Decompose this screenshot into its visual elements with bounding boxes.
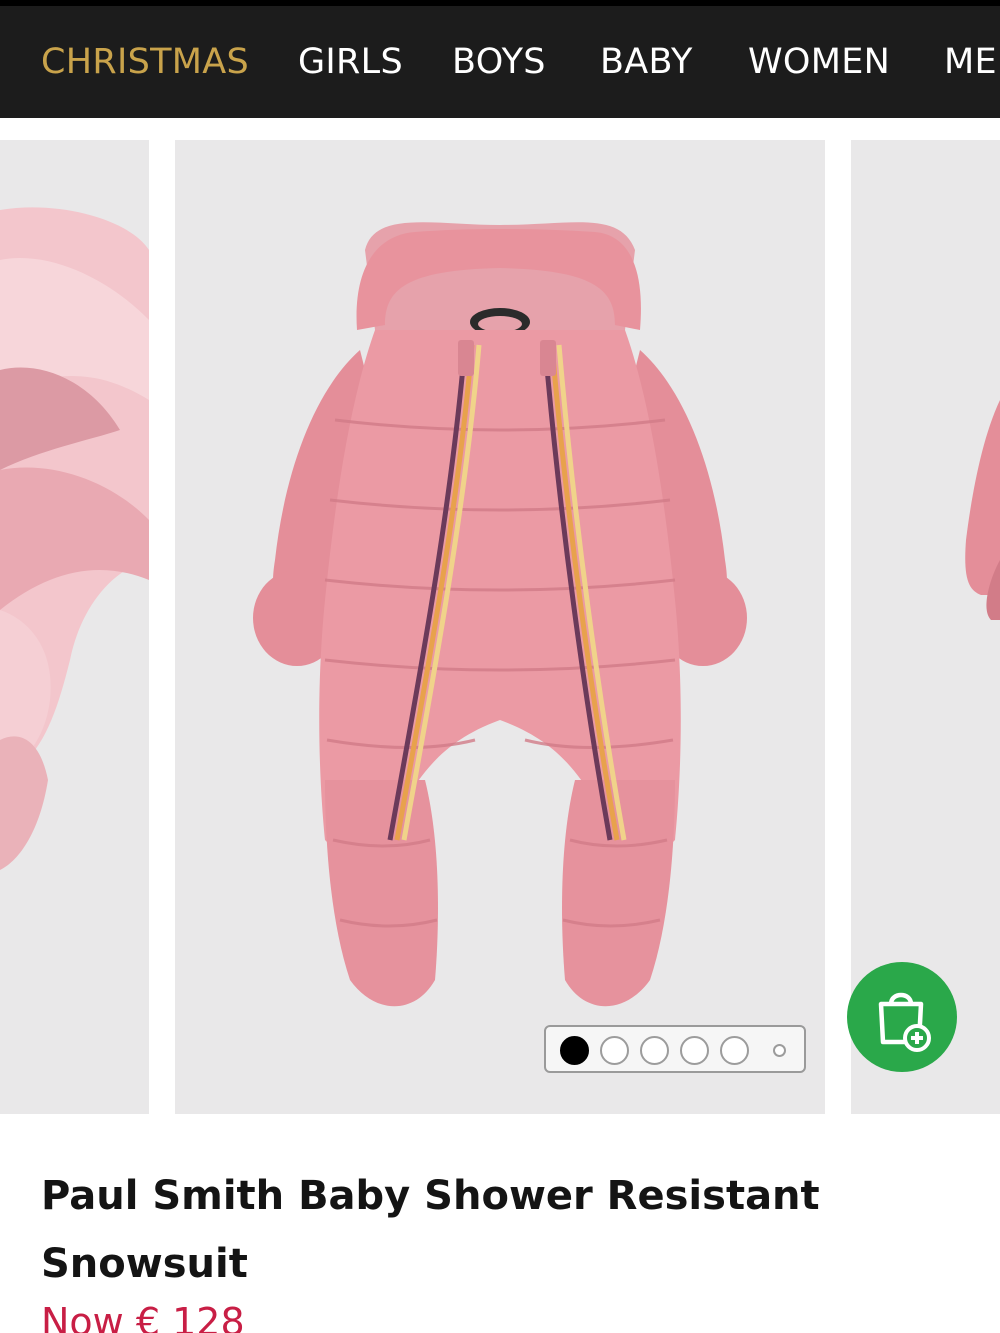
pagination-dot[interactable]: [600, 1036, 629, 1065]
carousel-pagination: [544, 1025, 806, 1073]
nav-item-baby[interactable]: BABY: [600, 42, 693, 82]
add-to-bag-button[interactable]: [847, 962, 957, 1072]
nav-item-christmas[interactable]: CHRISTMAS: [41, 42, 249, 82]
nav-item-women[interactable]: WOMEN: [748, 42, 890, 82]
previous-product-image[interactable]: [0, 140, 149, 1114]
product-title[interactable]: Paul Smith Baby Shower Resistant Snowsui…: [41, 1162, 941, 1298]
pagination-dot[interactable]: [720, 1036, 749, 1065]
shopping-bag-plus-icon: [878, 992, 931, 1052]
nav-item-girls[interactable]: GIRLS: [298, 42, 403, 82]
current-product-image[interactable]: [175, 140, 825, 1114]
top-nav: CHRISTMAS GIRLS BOYS BABY WOMEN ME: [0, 0, 1000, 118]
pagination-dot[interactable]: [640, 1036, 669, 1065]
product-price: Now € 128: [41, 1300, 245, 1333]
pagination-dot[interactable]: [680, 1036, 709, 1065]
nav-item-boys[interactable]: BOYS: [452, 42, 546, 82]
pagination-dot-active[interactable]: [560, 1036, 589, 1065]
pagination-dot[interactable]: [773, 1044, 786, 1057]
snowsuit-image: [253, 222, 747, 1007]
nav-item-men[interactable]: ME: [944, 42, 997, 82]
product-image-carousel[interactable]: [0, 140, 1000, 1114]
